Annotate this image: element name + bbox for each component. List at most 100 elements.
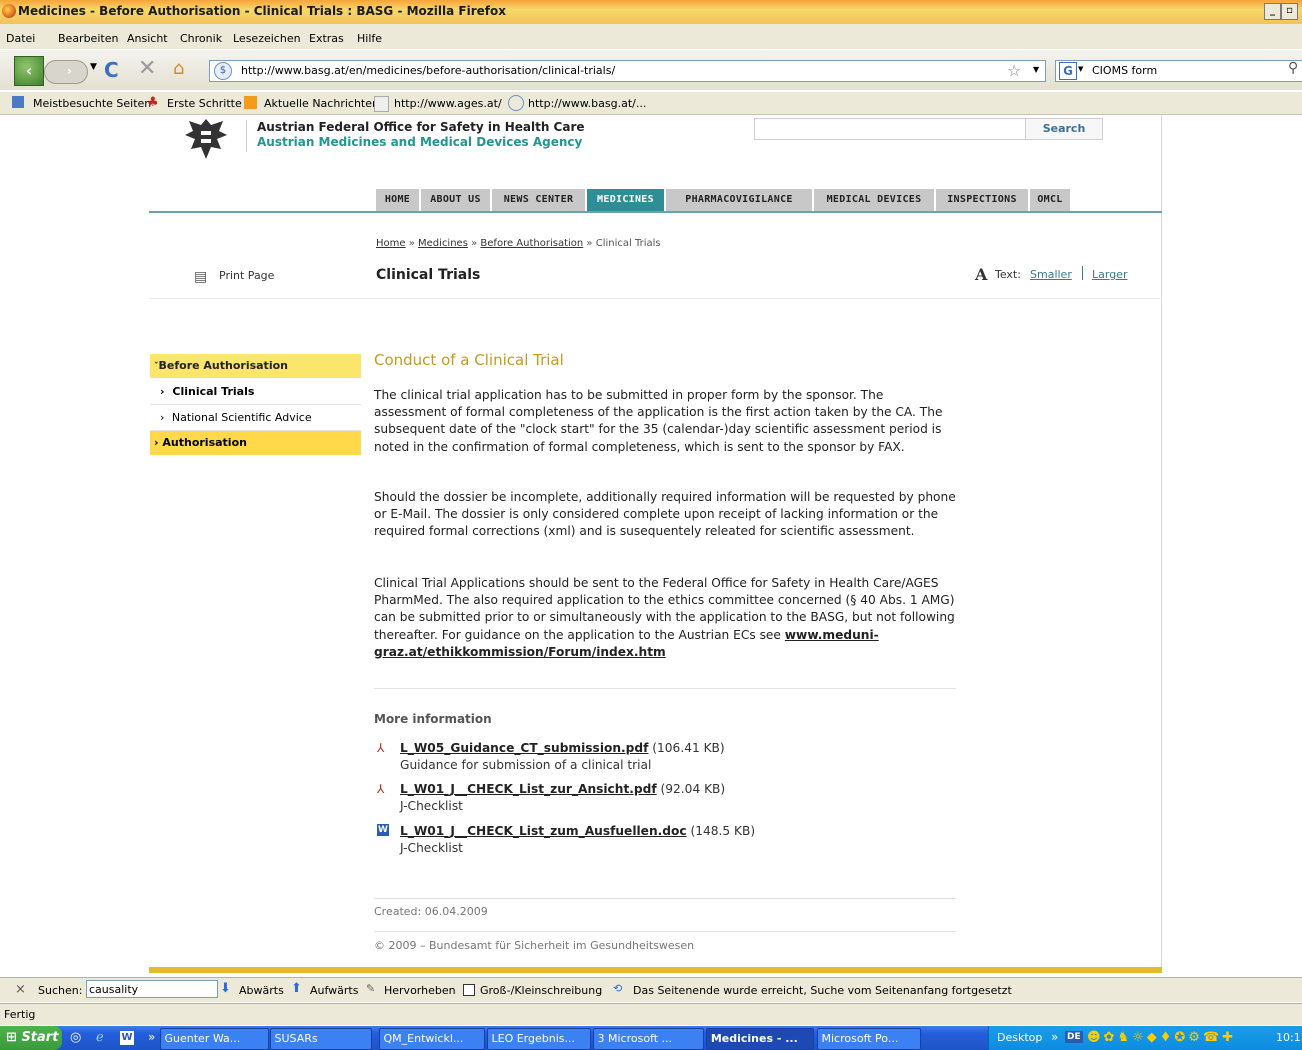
taskbar-item-powerpoint[interactable]: Microsoft Po... (817, 1028, 921, 1050)
taskbar-item-guenter[interactable]: Guenter Wa... (160, 1028, 269, 1050)
taskbar-item-susars[interactable]: SUSARs (270, 1028, 372, 1050)
reload-icon[interactable]: C (104, 58, 119, 82)
sidenav-item-clinical-trials[interactable]: › Clinical Trials (150, 380, 361, 405)
site-identity-icon[interactable]: $ (214, 62, 232, 80)
breadcrumb-medicines[interactable]: Medicines (418, 238, 468, 249)
taskbar-item-medicines[interactable]: Medicines - ... (706, 1028, 814, 1050)
topnav-home[interactable]: HOME (376, 189, 420, 211)
find-next-button[interactable]: Abwärts (239, 984, 284, 997)
menu-chronik[interactable]: Chronik (180, 32, 222, 45)
sidenav-item-authorisation[interactable]: › Authorisation (150, 431, 361, 455)
url-dropdown-icon[interactable]: ▼ (1033, 65, 1039, 74)
firefox-icon (2, 4, 16, 18)
file-2-link[interactable]: L_W01_J__CHECK_List_zur_Ansicht.pdf (400, 782, 657, 796)
bookmark-basg[interactable]: http://www.basg.at/... (528, 97, 646, 110)
chevron-right-icon: › (160, 411, 165, 424)
history-dropdown-icon[interactable]: ▼ (90, 62, 97, 72)
minimize-button[interactable]: _ (1264, 3, 1281, 20)
taskbar-item-microsoft-group[interactable]: 3 Microsoft ... (593, 1028, 704, 1050)
globe-icon (508, 95, 524, 111)
highlight-icon: ✎ (366, 982, 376, 995)
page-icon (374, 96, 389, 112)
menu-extras[interactable]: Extras (309, 32, 344, 45)
home-icon[interactable]: ⌂ (173, 58, 184, 79)
created-divider (374, 898, 956, 899)
bookmark-erste-schritte[interactable]: Erste Schritte (167, 97, 242, 110)
bookmark-ages[interactable]: http://www.ages.at/ (394, 97, 502, 110)
word-quicklaunch-icon[interactable]: W (120, 1031, 134, 1045)
search-go-icon[interactable]: ⚲ (1288, 60, 1298, 76)
topnav-medical-devices[interactable]: MEDICAL DEVICES (814, 189, 935, 211)
topnav-omcl[interactable]: OMCL (1030, 189, 1071, 211)
print-page-link[interactable]: Print Page (219, 269, 274, 282)
menu-lesezeichen[interactable]: Lesezeichen (233, 32, 301, 45)
close-icon[interactable]: × (15, 982, 26, 997)
ie-icon[interactable]: ℯ (96, 1030, 104, 1045)
file-2: L_W01_J__CHECK_List_zur_Ansicht.pdf (92.… (400, 782, 725, 796)
sidenav-item-national-scientific-advice[interactable]: › National Scientific Advice (150, 406, 361, 431)
file-2-size: (92.04 KB) (660, 782, 726, 796)
topnav-inspections[interactable]: INSPECTIONS (936, 189, 1029, 211)
language-indicator[interactable]: DE (1065, 1031, 1083, 1043)
quicklaunch-chevron-icon[interactable]: » (148, 1030, 155, 1044)
file-1-link[interactable]: L_W05_Guidance_CT_submission.pdf (400, 741, 648, 755)
breadcrumb-separator: » (408, 238, 415, 249)
topnav-medicines[interactable]: MEDICINES (587, 189, 665, 211)
article-paragraph-1: The clinical trial application has to be… (374, 388, 943, 454)
site-search-button[interactable]: Search (1025, 118, 1103, 140)
file-3-link[interactable]: L_W01_J__CHECK_List_zum_Ausfuellen.doc (400, 824, 687, 838)
text-size-icon: A (975, 265, 988, 284)
article-paragraph-3: Clinical Trial Applications should be se… (374, 575, 958, 661)
desktop-toolbar[interactable]: Desktop (997, 1031, 1042, 1044)
file-1-desc: Guidance for submission of a clinical tr… (400, 758, 652, 772)
show-desktop-icon[interactable]: ◎ (70, 1030, 81, 1045)
breadcrumb-home[interactable]: Home (376, 238, 406, 249)
engine-dropdown-icon[interactable]: ▼ (1078, 65, 1083, 73)
bookmarks-toolbar: Meistbesuchte Seiten ♣ Erste Schritte Ak… (0, 92, 1302, 115)
find-previous-button[interactable]: Aufwärts (310, 984, 358, 997)
file-1-size: (106.41 KB) (652, 741, 725, 755)
site-search-input[interactable] (754, 118, 1026, 140)
find-input[interactable] (86, 980, 218, 998)
find-status: Das Seitenende wurde erreicht, Suche vom… (633, 984, 1012, 997)
tray-chevron-icon[interactable]: » (1051, 1030, 1058, 1044)
sidenav-section-before-authorisation[interactable]: ˇBefore Authorisation (150, 354, 361, 378)
bookmark-star-icon[interactable]: ☆ (1007, 61, 1021, 80)
back-button[interactable]: ‹ (14, 56, 44, 86)
bookmark-aktuelle-nachrichten[interactable]: Aktuelle Nachrichten (264, 97, 379, 110)
pdf-icon: ⅄ (377, 782, 385, 796)
topnav-about-us[interactable]: ABOUT US (421, 189, 491, 211)
taskbar-item-qm[interactable]: QM_Entwickl... (379, 1028, 485, 1050)
match-case-checkbox[interactable] (463, 984, 475, 996)
taskbar: ⊞ Start ◎ ℯ W » Guenter Wa... SUSARs QM_… (0, 1026, 1302, 1050)
tray-icons[interactable]: ☻✿♞☼◆♦✪⚙☎✚ (1087, 1030, 1236, 1045)
bookmark-most-visited[interactable]: Meistbesuchte Seiten (33, 97, 151, 110)
google-engine-icon[interactable]: G (1059, 62, 1077, 80)
forward-button[interactable]: › (44, 60, 88, 84)
clock: 10:1 (1276, 1031, 1301, 1044)
printer-icon[interactable]: ▤ (194, 269, 207, 285)
highlight-button[interactable]: Hervorheben (384, 984, 456, 997)
topnav-pharmacovigilance[interactable]: PHARMACOVIGILANCE (666, 189, 813, 211)
status-text: Fertig (4, 1008, 36, 1021)
menu-bearbeiten[interactable]: Bearbeiten (58, 32, 118, 45)
firefox-start-icon: ♣ (147, 95, 159, 110)
text-smaller-link[interactable]: Smaller (1030, 268, 1072, 281)
topnav-news-center[interactable]: NEWS CENTER (492, 189, 586, 211)
menu-ansicht[interactable]: Ansicht (127, 32, 168, 45)
wrap-info-icon: ⟲ (613, 982, 623, 995)
title-divider-light (149, 298, 1162, 299)
windows-logo-icon: ⊞ (6, 1030, 17, 1045)
start-button[interactable]: ⊞ Start (0, 1026, 62, 1050)
article-heading: Conduct of a Clinical Trial (374, 351, 564, 369)
menu-hilfe[interactable]: Hilfe (357, 32, 382, 45)
window-titlebar[interactable]: Medicines - Before Authorisation - Clini… (0, 0, 1302, 24)
stop-icon[interactable]: ✕ (138, 56, 156, 81)
menu-datei[interactable]: Datei (6, 32, 35, 45)
org-subtitle: Austrian Medicines and Medical Devices A… (257, 135, 583, 149)
text-larger-link[interactable]: Larger (1092, 268, 1127, 281)
taskbar-item-leo[interactable]: LEO Ergebnis... (487, 1028, 591, 1050)
breadcrumb-before-authorisation[interactable]: Before Authorisation (480, 238, 583, 249)
article-paragraph-2: Should the dossier be incomplete, additi… (374, 490, 956, 539)
maximize-button[interactable]: ▫ (1281, 3, 1298, 20)
